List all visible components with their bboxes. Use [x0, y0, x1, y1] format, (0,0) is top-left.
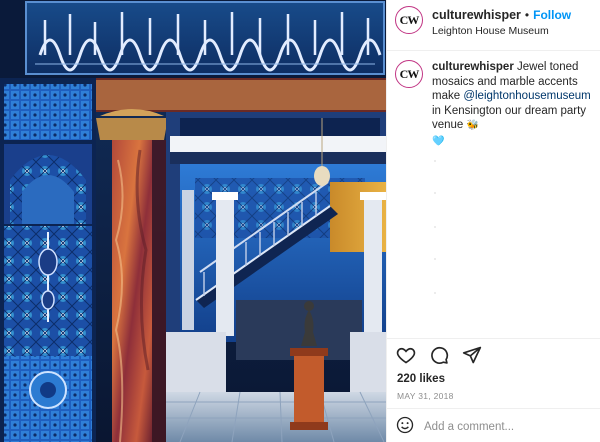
instagram-post: CW culturewhisper • Follow Leighton Hous…	[0, 0, 600, 442]
header-text: culturewhisper • Follow Leighton House M…	[432, 8, 571, 37]
caption: CW culturewhisper Jewel toned mosaics an…	[395, 60, 595, 149]
follow-button[interactable]: Follow	[533, 8, 571, 22]
caption-body-end: in Kensington our dream party venue	[432, 104, 587, 132]
caption-avatar-initials: CW	[399, 66, 420, 81]
comment-bubble-icon[interactable]	[429, 345, 449, 365]
username-link[interactable]: culturewhisper	[432, 8, 521, 22]
avatar[interactable]: CW	[395, 6, 423, 34]
post-photo[interactable]	[0, 0, 386, 442]
header-divider	[387, 50, 600, 51]
separator-dot: •	[524, 8, 530, 22]
action-bar	[396, 345, 482, 365]
comment-input[interactable]: Add a comment...	[424, 421, 514, 433]
caption-avatar[interactable]: CW	[395, 60, 423, 88]
smiley-icon[interactable]	[396, 416, 414, 437]
caption-username-link[interactable]: culturewhisper	[432, 61, 514, 73]
faint-dot	[434, 192, 436, 194]
faint-dot	[434, 292, 436, 294]
post-header: CW culturewhisper • Follow Leighton Hous…	[387, 0, 600, 48]
paper-plane-icon[interactable]	[462, 345, 482, 365]
likes-count[interactable]: 220 likes	[397, 373, 445, 385]
actions-divider	[387, 338, 600, 339]
avatar-initials: CW	[399, 12, 420, 27]
location-link[interactable]: Leighton House Museum	[432, 25, 571, 37]
add-comment-row: Add a comment...	[396, 416, 514, 437]
caption-text: culturewhisper Jewel toned mosaics and m…	[432, 60, 595, 149]
heart-icon[interactable]	[396, 345, 416, 365]
bee-emoji: 🐝	[466, 120, 479, 131]
post-date: MAY 31, 2018	[397, 391, 454, 401]
post-side-panel: CW culturewhisper • Follow Leighton Hous…	[386, 0, 600, 442]
faint-dot	[434, 160, 436, 162]
faint-dot	[434, 258, 436, 260]
heart-emoji: 🩵	[432, 135, 445, 147]
leighton-house-interior-image	[0, 0, 386, 442]
comment-divider	[387, 408, 600, 409]
caption-mention-link[interactable]: @leightonhousemuseum	[463, 90, 590, 102]
faint-dot	[434, 226, 436, 228]
